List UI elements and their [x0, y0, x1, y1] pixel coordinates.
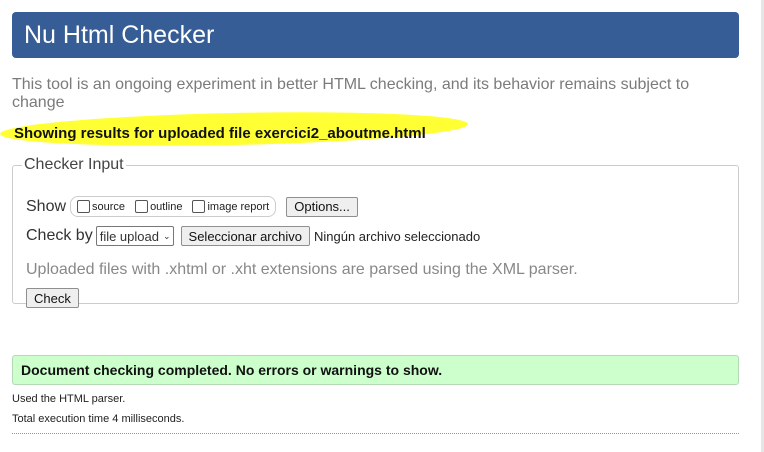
show-row: Show source outline image report Options… — [26, 196, 358, 217]
checkbox-icon[interactable] — [135, 200, 149, 213]
show-outline-label: outline — [150, 200, 183, 213]
check-by-value: file upload — [99, 228, 159, 244]
parser-info: Used the HTML parser. — [12, 393, 126, 405]
show-outline-checkbox[interactable]: outline — [135, 200, 182, 213]
check-by-row: Check by file upload ⌄ Seleccionar archi… — [26, 226, 480, 246]
checker-input-legend: Checker Input — [24, 156, 124, 173]
choose-file-button[interactable]: Seleccionar archivo — [180, 226, 310, 246]
checkbox-icon[interactable] — [192, 200, 206, 213]
no-file-text: Ningún archivo seleccionado — [313, 228, 481, 244]
show-image-report-label: image report — [207, 200, 270, 213]
checkbox-icon[interactable] — [77, 200, 91, 213]
show-source-checkbox[interactable]: source — [77, 200, 125, 213]
results-heading: Showing results for uploaded file exerci… — [14, 125, 426, 142]
show-options-group: source outline image report — [70, 196, 277, 217]
check-button[interactable]: Check — [26, 288, 79, 308]
show-label: Show — [26, 197, 67, 215]
dotted-divider — [12, 433, 739, 434]
show-image-report-checkbox[interactable]: image report — [192, 200, 269, 213]
header-banner: Nu Html Checker — [12, 12, 739, 58]
success-message: Document checking completed. No errors o… — [12, 355, 739, 385]
checker-input-fieldset: Checker Input Show source outline image … — [12, 156, 739, 308]
page-title: Nu Html Checker — [24, 21, 215, 49]
options-button[interactable]: Options... — [286, 196, 358, 217]
tagline: This tool is an ongoing experiment in be… — [12, 76, 690, 111]
xml-parser-note: Uploaded files with .xhtml or .xht exten… — [26, 261, 578, 278]
execution-time: Total execution time 4 milliseconds. — [12, 413, 185, 425]
chevron-down-icon: ⌄ — [162, 230, 171, 241]
check-by-label: Check by — [26, 227, 93, 244]
show-source-label: source — [92, 200, 126, 213]
check-by-select[interactable]: file upload ⌄ — [95, 226, 174, 246]
